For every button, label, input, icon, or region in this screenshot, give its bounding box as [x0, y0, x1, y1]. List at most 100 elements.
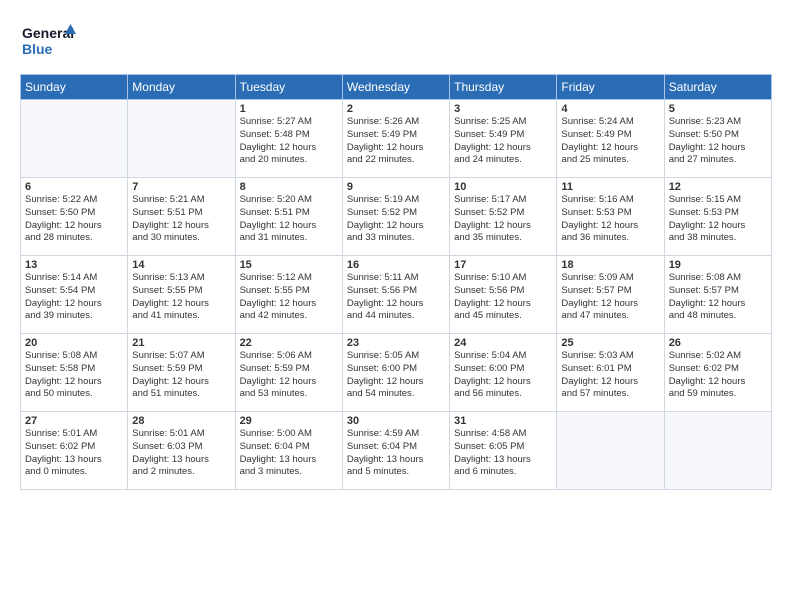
day-number: 18 — [561, 259, 659, 271]
calendar-day-cell: 11Sunrise: 5:16 AM Sunset: 5:53 PM Dayli… — [557, 178, 664, 256]
calendar-day-cell: 7Sunrise: 5:21 AM Sunset: 5:51 PM Daylig… — [128, 178, 235, 256]
day-number: 3 — [454, 103, 552, 115]
day-info: Sunrise: 5:26 AM Sunset: 5:49 PM Dayligh… — [347, 116, 445, 167]
day-number: 1 — [240, 103, 338, 115]
day-number: 11 — [561, 181, 659, 193]
day-number: 10 — [454, 181, 552, 193]
day-info: Sunrise: 5:03 AM Sunset: 6:01 PM Dayligh… — [561, 350, 659, 401]
calendar-day-cell: 25Sunrise: 5:03 AM Sunset: 6:01 PM Dayli… — [557, 334, 664, 412]
calendar-day-cell: 17Sunrise: 5:10 AM Sunset: 5:56 PM Dayli… — [450, 256, 557, 334]
day-info: Sunrise: 5:05 AM Sunset: 6:00 PM Dayligh… — [347, 350, 445, 401]
day-number: 19 — [669, 259, 767, 271]
day-info: Sunrise: 5:00 AM Sunset: 6:04 PM Dayligh… — [240, 428, 338, 479]
day-number: 13 — [25, 259, 123, 271]
weekday-header-monday: Monday — [128, 75, 235, 100]
weekday-header-wednesday: Wednesday — [342, 75, 449, 100]
calendar-day-cell — [128, 100, 235, 178]
day-info: Sunrise: 5:09 AM Sunset: 5:57 PM Dayligh… — [561, 272, 659, 323]
calendar-day-cell: 13Sunrise: 5:14 AM Sunset: 5:54 PM Dayli… — [21, 256, 128, 334]
day-info: Sunrise: 5:23 AM Sunset: 5:50 PM Dayligh… — [669, 116, 767, 167]
calendar-day-cell — [664, 412, 771, 490]
day-number: 24 — [454, 337, 552, 349]
calendar-day-cell: 12Sunrise: 5:15 AM Sunset: 5:53 PM Dayli… — [664, 178, 771, 256]
calendar-day-cell: 5Sunrise: 5:23 AM Sunset: 5:50 PM Daylig… — [664, 100, 771, 178]
day-info: Sunrise: 4:58 AM Sunset: 6:05 PM Dayligh… — [454, 428, 552, 479]
svg-text:Blue: Blue — [22, 41, 53, 57]
day-number: 8 — [240, 181, 338, 193]
day-number: 30 — [347, 415, 445, 427]
day-number: 14 — [132, 259, 230, 271]
calendar-week-row: 13Sunrise: 5:14 AM Sunset: 5:54 PM Dayli… — [21, 256, 772, 334]
calendar-day-cell: 29Sunrise: 5:00 AM Sunset: 6:04 PM Dayli… — [235, 412, 342, 490]
day-number: 2 — [347, 103, 445, 115]
weekday-header-tuesday: Tuesday — [235, 75, 342, 100]
day-info: Sunrise: 5:01 AM Sunset: 6:03 PM Dayligh… — [132, 428, 230, 479]
calendar-week-row: 1Sunrise: 5:27 AM Sunset: 5:48 PM Daylig… — [21, 100, 772, 178]
day-info: Sunrise: 5:24 AM Sunset: 5:49 PM Dayligh… — [561, 116, 659, 167]
day-number: 9 — [347, 181, 445, 193]
day-info: Sunrise: 4:59 AM Sunset: 6:04 PM Dayligh… — [347, 428, 445, 479]
day-number: 12 — [669, 181, 767, 193]
day-number: 25 — [561, 337, 659, 349]
day-info: Sunrise: 5:12 AM Sunset: 5:55 PM Dayligh… — [240, 272, 338, 323]
day-number: 5 — [669, 103, 767, 115]
day-info: Sunrise: 5:21 AM Sunset: 5:51 PM Dayligh… — [132, 194, 230, 245]
day-info: Sunrise: 5:06 AM Sunset: 5:59 PM Dayligh… — [240, 350, 338, 401]
weekday-header-saturday: Saturday — [664, 75, 771, 100]
calendar-day-cell: 9Sunrise: 5:19 AM Sunset: 5:52 PM Daylig… — [342, 178, 449, 256]
day-info: Sunrise: 5:10 AM Sunset: 5:56 PM Dayligh… — [454, 272, 552, 323]
calendar-week-row: 27Sunrise: 5:01 AM Sunset: 6:02 PM Dayli… — [21, 412, 772, 490]
calendar-day-cell: 23Sunrise: 5:05 AM Sunset: 6:00 PM Dayli… — [342, 334, 449, 412]
calendar-header-row: SundayMondayTuesdayWednesdayThursdayFrid… — [21, 75, 772, 100]
logo: General Blue — [20, 16, 80, 66]
calendar-day-cell: 4Sunrise: 5:24 AM Sunset: 5:49 PM Daylig… — [557, 100, 664, 178]
day-number: 26 — [669, 337, 767, 349]
day-info: Sunrise: 5:02 AM Sunset: 6:02 PM Dayligh… — [669, 350, 767, 401]
calendar-day-cell: 3Sunrise: 5:25 AM Sunset: 5:49 PM Daylig… — [450, 100, 557, 178]
calendar-day-cell: 24Sunrise: 5:04 AM Sunset: 6:00 PM Dayli… — [450, 334, 557, 412]
day-info: Sunrise: 5:19 AM Sunset: 5:52 PM Dayligh… — [347, 194, 445, 245]
calendar-day-cell: 26Sunrise: 5:02 AM Sunset: 6:02 PM Dayli… — [664, 334, 771, 412]
header: General Blue — [20, 16, 772, 66]
calendar-table: SundayMondayTuesdayWednesdayThursdayFrid… — [20, 74, 772, 490]
day-number: 29 — [240, 415, 338, 427]
weekday-header-thursday: Thursday — [450, 75, 557, 100]
day-number: 21 — [132, 337, 230, 349]
day-info: Sunrise: 5:25 AM Sunset: 5:49 PM Dayligh… — [454, 116, 552, 167]
calendar-day-cell: 14Sunrise: 5:13 AM Sunset: 5:55 PM Dayli… — [128, 256, 235, 334]
calendar-day-cell: 27Sunrise: 5:01 AM Sunset: 6:02 PM Dayli… — [21, 412, 128, 490]
weekday-header-sunday: Sunday — [21, 75, 128, 100]
calendar-day-cell: 20Sunrise: 5:08 AM Sunset: 5:58 PM Dayli… — [21, 334, 128, 412]
calendar-day-cell: 18Sunrise: 5:09 AM Sunset: 5:57 PM Dayli… — [557, 256, 664, 334]
day-info: Sunrise: 5:08 AM Sunset: 5:57 PM Dayligh… — [669, 272, 767, 323]
calendar-day-cell: 15Sunrise: 5:12 AM Sunset: 5:55 PM Dayli… — [235, 256, 342, 334]
day-number: 31 — [454, 415, 552, 427]
calendar-day-cell: 19Sunrise: 5:08 AM Sunset: 5:57 PM Dayli… — [664, 256, 771, 334]
day-number: 16 — [347, 259, 445, 271]
calendar-page: General Blue SundayMondayTuesdayWednesda… — [0, 0, 792, 612]
weekday-header-friday: Friday — [557, 75, 664, 100]
calendar-day-cell: 6Sunrise: 5:22 AM Sunset: 5:50 PM Daylig… — [21, 178, 128, 256]
day-info: Sunrise: 5:04 AM Sunset: 6:00 PM Dayligh… — [454, 350, 552, 401]
calendar-day-cell: 28Sunrise: 5:01 AM Sunset: 6:03 PM Dayli… — [128, 412, 235, 490]
calendar-day-cell: 8Sunrise: 5:20 AM Sunset: 5:51 PM Daylig… — [235, 178, 342, 256]
day-info: Sunrise: 5:17 AM Sunset: 5:52 PM Dayligh… — [454, 194, 552, 245]
day-number: 4 — [561, 103, 659, 115]
calendar-day-cell — [21, 100, 128, 178]
logo-icon: General Blue — [20, 16, 80, 66]
day-info: Sunrise: 5:22 AM Sunset: 5:50 PM Dayligh… — [25, 194, 123, 245]
calendar-day-cell — [557, 412, 664, 490]
day-number: 23 — [347, 337, 445, 349]
calendar-week-row: 20Sunrise: 5:08 AM Sunset: 5:58 PM Dayli… — [21, 334, 772, 412]
day-info: Sunrise: 5:01 AM Sunset: 6:02 PM Dayligh… — [25, 428, 123, 479]
day-info: Sunrise: 5:15 AM Sunset: 5:53 PM Dayligh… — [669, 194, 767, 245]
day-number: 22 — [240, 337, 338, 349]
day-number: 17 — [454, 259, 552, 271]
calendar-day-cell: 1Sunrise: 5:27 AM Sunset: 5:48 PM Daylig… — [235, 100, 342, 178]
calendar-day-cell: 10Sunrise: 5:17 AM Sunset: 5:52 PM Dayli… — [450, 178, 557, 256]
day-info: Sunrise: 5:08 AM Sunset: 5:58 PM Dayligh… — [25, 350, 123, 401]
calendar-day-cell: 21Sunrise: 5:07 AM Sunset: 5:59 PM Dayli… — [128, 334, 235, 412]
day-info: Sunrise: 5:11 AM Sunset: 5:56 PM Dayligh… — [347, 272, 445, 323]
calendar-day-cell: 30Sunrise: 4:59 AM Sunset: 6:04 PM Dayli… — [342, 412, 449, 490]
day-info: Sunrise: 5:14 AM Sunset: 5:54 PM Dayligh… — [25, 272, 123, 323]
